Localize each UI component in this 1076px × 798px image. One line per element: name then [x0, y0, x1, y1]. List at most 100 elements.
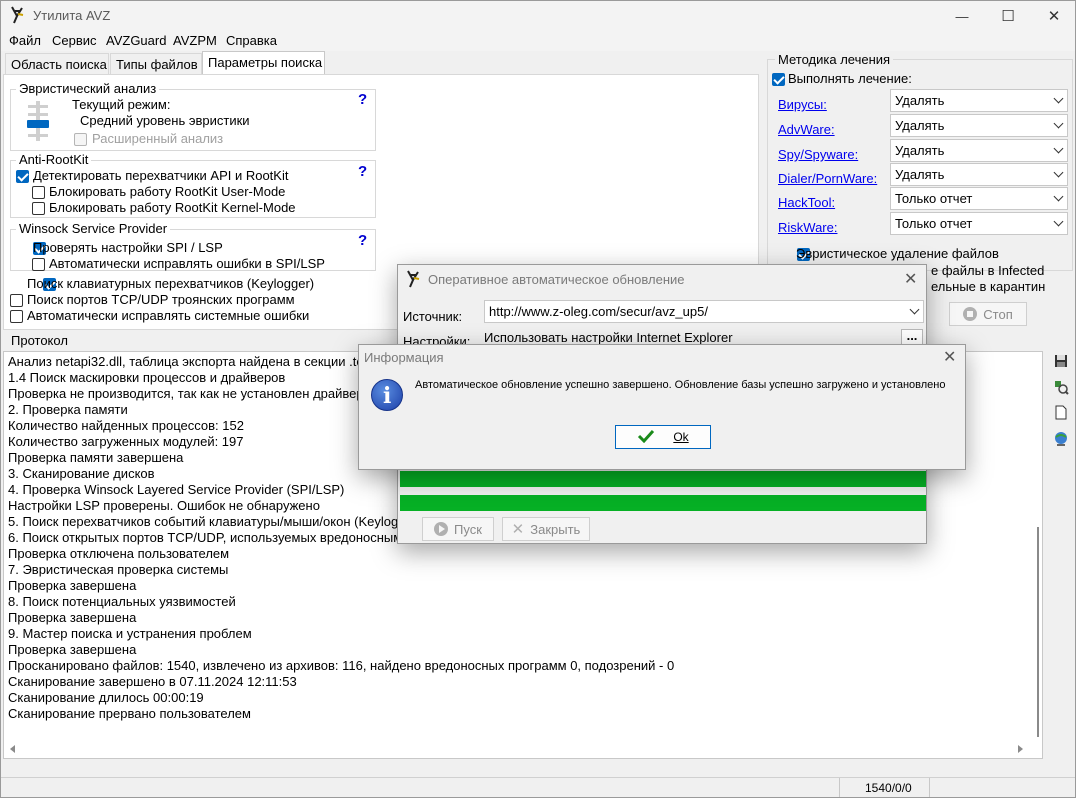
block-user-mode-checkbox[interactable]	[32, 186, 45, 199]
perform-treatment-checkbox[interactable]	[772, 73, 785, 86]
heuristic-help-icon[interactable]: ?	[358, 91, 367, 108]
menu-avzpm[interactable]: AVZPM	[173, 33, 217, 48]
chevron-down-icon	[1053, 167, 1064, 178]
menu-file[interactable]: Файл	[9, 33, 41, 48]
horizontal-scrollbar[interactable]	[4, 742, 1032, 758]
log-line: Сканирование завершено в 07.11.2024 12:1…	[8, 674, 297, 689]
tab-search-params[interactable]: Параметры поиска	[202, 51, 325, 75]
winsock-help-icon[interactable]: ?	[358, 232, 367, 249]
status-counter: 1540/0/0	[865, 781, 912, 795]
winsock-legend: Winsock Service Provider	[16, 221, 171, 236]
log-line: Проверка завершена	[8, 610, 137, 625]
close-button[interactable]: ✕	[1031, 1, 1075, 31]
heuristic-mode-value: Средний уровень эвристики	[80, 113, 250, 128]
scroll-right-icon[interactable]	[1018, 745, 1023, 753]
riskware-action-select[interactable]: Только отчет	[890, 212, 1068, 235]
adware-link[interactable]: AdvWare:	[778, 122, 835, 137]
log-line: Проверка завершена	[8, 578, 137, 593]
vertical-scroll-thumb[interactable]	[1037, 527, 1039, 737]
log-line: Количество загруженных модулей: 197	[8, 434, 244, 449]
viruses-link[interactable]: Вирусы:	[778, 97, 827, 112]
dialer-link[interactable]: Dialer/PornWare:	[778, 171, 877, 186]
update-close-icon[interactable]: ✕	[904, 269, 917, 289]
stop-icon	[963, 307, 978, 321]
close-update-label: Закрыть	[530, 521, 581, 537]
block-kernel-mode-checkbox[interactable]	[32, 202, 45, 215]
avz-window: Утилита AVZ — ☐ ✕ Файл Сервис AVZGuard A…	[0, 0, 1076, 798]
log-line: 5. Поиск перехватчиков событий клавиатур…	[8, 514, 406, 529]
info-icon: i	[371, 379, 403, 411]
document-icon[interactable]	[1051, 402, 1071, 422]
stop-button[interactable]: Стоп	[949, 302, 1027, 326]
log-line: Проверка завершена	[8, 642, 137, 657]
ok-label: Ok	[673, 430, 689, 444]
stop-label: Стоп	[983, 306, 1013, 322]
minimize-button[interactable]: —	[939, 1, 985, 31]
detect-api-hooks-label: Детектировать перехватчики API и RootKit	[33, 168, 289, 183]
title-bar: Утилита AVZ — ☐ ✕	[1, 1, 1075, 31]
chevron-down-icon	[909, 304, 920, 315]
scan-files-icon[interactable]	[1051, 377, 1071, 397]
autofix-system-checkbox[interactable]	[10, 310, 23, 323]
spyware-action-select[interactable]: Удалять	[890, 139, 1068, 162]
extended-analysis-label: Расширенный анализ	[92, 131, 224, 146]
log-line: 6. Поиск открытых портов TCP/UDP, исполь…	[8, 530, 403, 545]
chevron-down-icon	[1053, 191, 1064, 202]
avz-logo-icon	[405, 270, 421, 291]
autofix-spi-lsp-label: Автоматически исправлять ошибки в SPI/LS…	[49, 256, 325, 271]
copy-infected-label: е файлы в Infected	[931, 263, 1045, 278]
block-user-mode-label: Блокировать работу RootKit User-Mode	[49, 184, 286, 199]
log-line: 2. Проверка памяти	[8, 402, 128, 417]
tab-search-area[interactable]: Область поиска	[5, 53, 109, 75]
menu-avzguard[interactable]: AVZGuard	[106, 33, 166, 48]
extended-analysis-checkbox[interactable]	[74, 133, 87, 146]
adware-action-select[interactable]: Удалять	[890, 114, 1068, 137]
trojan-ports-checkbox[interactable]	[10, 294, 23, 307]
perform-treatment-label: Выполнять лечение:	[788, 71, 912, 86]
riskware-link[interactable]: RiskWare:	[778, 220, 837, 235]
ok-button[interactable]: Ok	[615, 425, 711, 449]
antirootkit-help-icon[interactable]: ?	[358, 163, 367, 180]
log-line: 9. Мастер поиска и устранения проблем	[8, 626, 252, 641]
info-close-icon[interactable]: ✕	[943, 347, 956, 367]
keylogger-search-label: Поиск клавиатурных перехватчиков (Keylog…	[27, 276, 315, 291]
source-label: Источник:	[403, 309, 463, 324]
menu-service[interactable]: Сервис	[52, 33, 97, 48]
close-x-icon: ✕	[511, 521, 525, 538]
tab-file-types[interactable]: Типы файлов	[110, 53, 202, 75]
progress-bar-1	[400, 471, 926, 487]
vertical-scrollbar[interactable]	[1032, 352, 1042, 758]
network-globe-icon[interactable]	[1051, 429, 1071, 449]
dialer-action-select[interactable]: Удалять	[890, 163, 1068, 186]
protocol-legend: Протокол	[11, 333, 68, 348]
log-line: 1.4 Поиск маскировки процессов и драйвер…	[8, 370, 286, 385]
avz-logo-icon	[9, 6, 25, 27]
source-select[interactable]: http://www.z-oleg.com/secur/avz_up5/	[484, 300, 924, 323]
menu-help[interactable]: Справка	[226, 33, 277, 48]
autofix-spi-lsp-checkbox[interactable]	[32, 258, 45, 271]
log-line: Сканирование прервано пользователем	[8, 706, 251, 721]
hacktool-link[interactable]: HackTool:	[778, 195, 835, 210]
log-line: Количество найденных процессов: 152	[8, 418, 244, 433]
spyware-link[interactable]: Spy/Spyware:	[778, 147, 858, 162]
viruses-action-select[interactable]: Удалять	[890, 89, 1068, 112]
detect-api-hooks-checkbox[interactable]	[16, 170, 29, 183]
save-log-icon[interactable]	[1051, 351, 1071, 371]
chevron-down-icon	[1053, 93, 1064, 104]
start-button[interactable]: Пуск	[422, 517, 494, 541]
info-message: Автоматическое обновление успешно заверш…	[415, 379, 946, 391]
heuristic-delete-label: Эвристическое удаление файлов	[796, 246, 999, 261]
chevron-down-icon	[1053, 216, 1064, 227]
progress-bar-1-fill	[400, 471, 926, 487]
maximize-button[interactable]: ☐	[985, 1, 1031, 31]
heuristic-level-slider[interactable]	[22, 99, 54, 145]
scroll-left-icon[interactable]	[10, 745, 15, 753]
checkmark-icon	[637, 429, 655, 446]
check-spi-lsp-label: Проверять настройки SPI / LSP	[33, 240, 223, 255]
menu-bar: Файл Сервис AVZGuard AVZPM Справка	[1, 31, 1075, 51]
log-line: 3. Сканирование дисков	[8, 466, 155, 481]
log-line: 8. Поиск потенциальных уязвимостей	[8, 594, 236, 609]
close-update-button[interactable]: ✕ Закрыть	[502, 517, 590, 541]
hacktool-action-select[interactable]: Только отчет	[890, 187, 1068, 210]
treatment-legend: Методика лечения	[775, 52, 894, 67]
